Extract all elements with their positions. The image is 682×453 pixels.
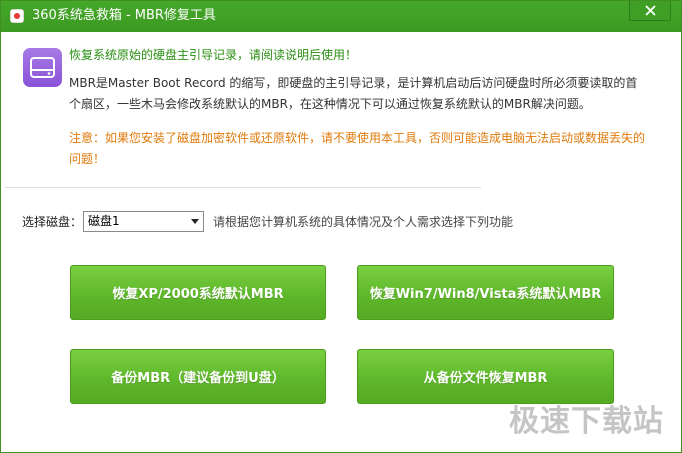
section-divider	[5, 187, 481, 188]
hard-disk-icon	[23, 48, 62, 87]
disk-select-dropdown[interactable]: 磁盘1	[83, 211, 204, 232]
disk-select-label: 选择磁盘：	[22, 215, 83, 229]
warning-text: 注意：如果您安装了磁盘加密软件或还原软件，请不要使用本工具，否则可能造成电脑无法…	[69, 131, 646, 166]
disk-select-hint: 请根据您计算机系统的具体情况及个人需求选择下列功能	[213, 215, 514, 229]
disk-select-value: 磁盘1	[85, 213, 123, 230]
mbr-repair-window: 360系统急救箱 - MBR修复工具 恢复系统原始的硬盘主引导记录，请阅读说明后…	[0, 0, 682, 453]
window-title: 360系统急救箱 - MBR修复工具	[32, 8, 216, 23]
info-heading: 恢复系统原始的硬盘主引导记录，请阅读说明后使用！	[69, 48, 358, 62]
mbr-description: MBR是Master Boot Record 的缩写，即硬盘的主引导记录，是计算…	[69, 76, 638, 111]
close-icon	[644, 5, 656, 16]
restore-xp-mbr-button[interactable]: 恢复XP/2000系统默认MBR	[70, 265, 326, 320]
app-icon	[10, 9, 24, 23]
title-bar[interactable]: 360系统急救箱 - MBR修复工具	[1, 1, 681, 32]
restore-from-backup-button[interactable]: 从备份文件恢复MBR	[357, 349, 614, 404]
chevron-down-icon	[191, 219, 199, 224]
restore-win7-mbr-button[interactable]: 恢复Win7/Win8/Vista系统默认MBR	[357, 265, 614, 320]
watermark-logo: 极速下载站	[509, 404, 664, 439]
close-button[interactable]	[629, 1, 671, 21]
backup-mbr-button[interactable]: 备份MBR（建议备份到U盘）	[70, 349, 326, 404]
